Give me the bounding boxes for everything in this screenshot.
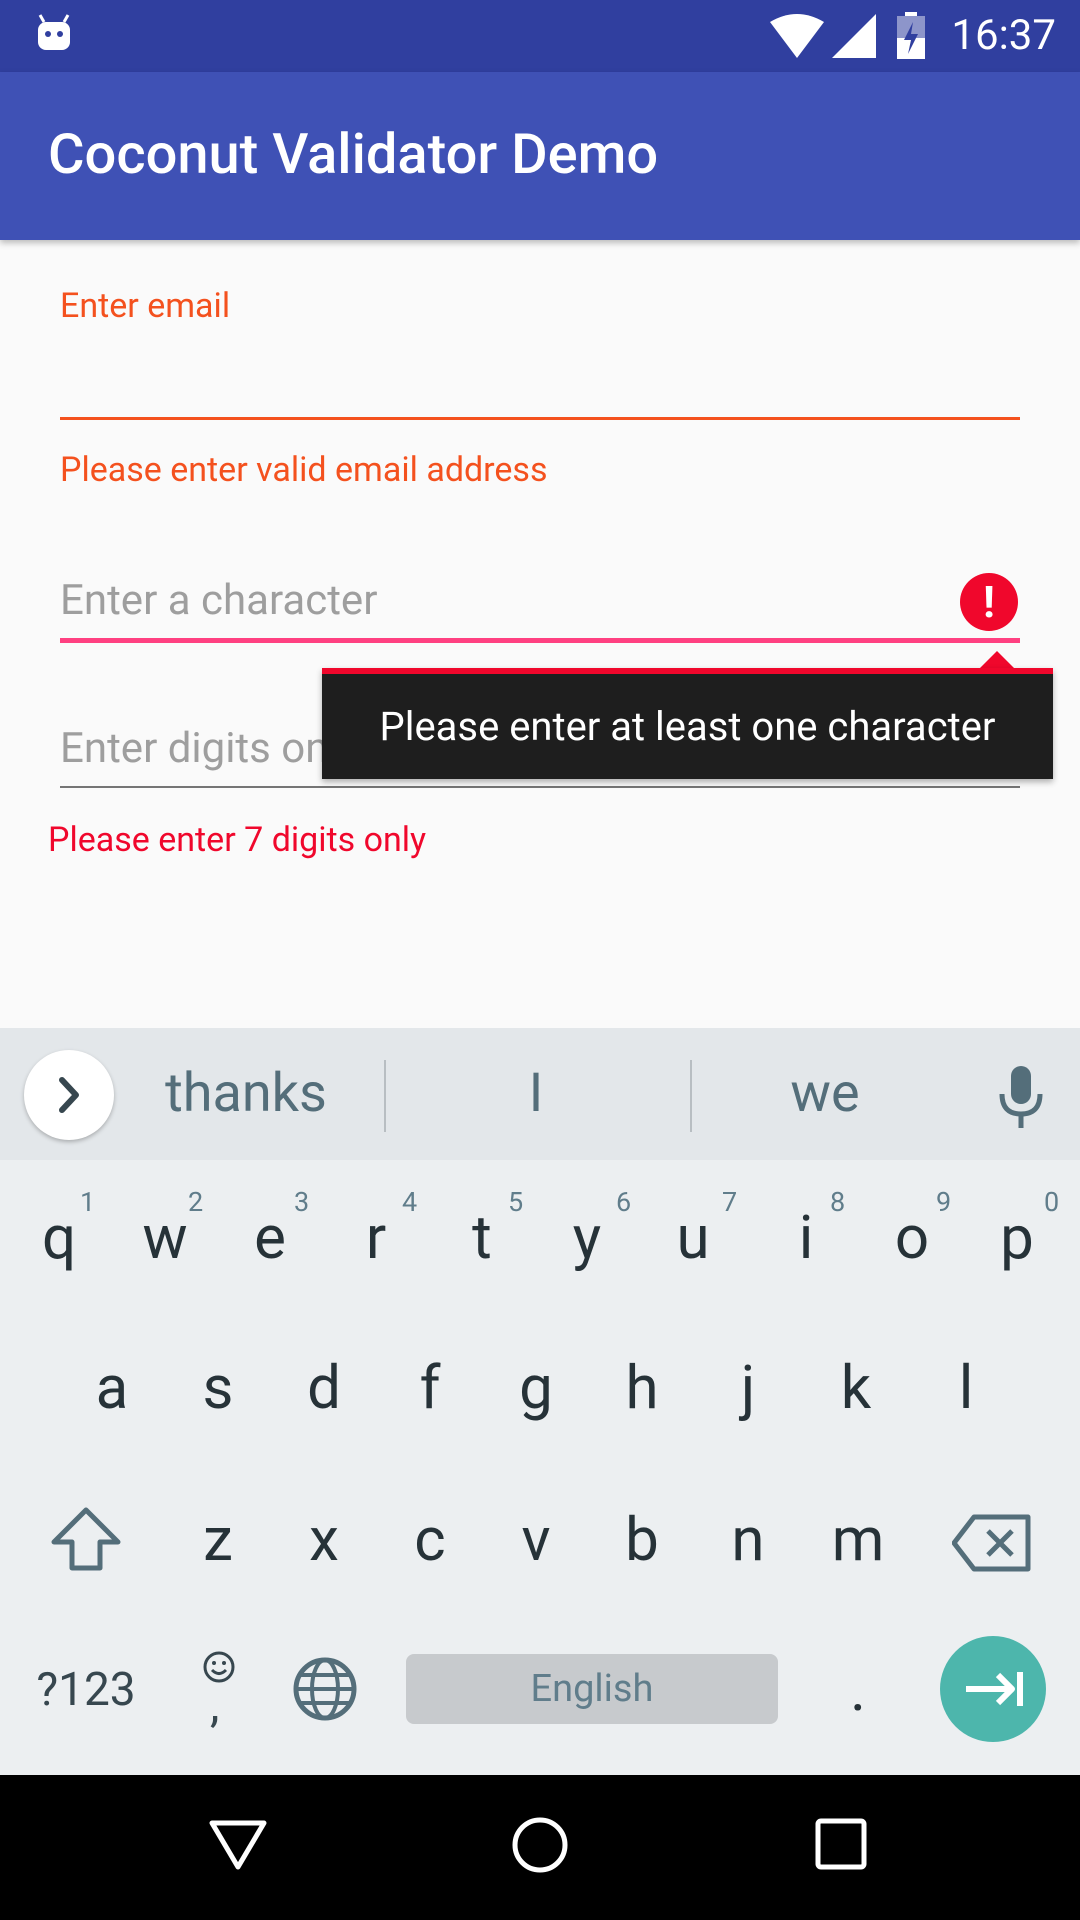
key-y-hint: 6 — [616, 1186, 632, 1218]
next-field-icon — [966, 1672, 1023, 1706]
key-o-hint: 9 — [936, 1186, 952, 1218]
key-b[interactable]: b — [594, 1500, 690, 1580]
back-icon[interactable] — [208, 1817, 268, 1873]
key-l[interactable]: l — [918, 1348, 1014, 1428]
period-key[interactable]: . — [810, 1650, 906, 1730]
key-u-hint: 7 — [722, 1186, 738, 1218]
globe-icon[interactable] — [292, 1656, 358, 1722]
key-x[interactable]: x — [276, 1500, 372, 1580]
key-p-hint: 0 — [1044, 1186, 1060, 1218]
key-i-hint: 8 — [830, 1186, 846, 1218]
email-error-text: Please enter valid email address — [60, 450, 548, 490]
suggestion-1[interactable]: thanks — [160, 1058, 332, 1130]
email-field-underline — [60, 417, 1020, 420]
next-button[interactable] — [940, 1636, 1046, 1742]
clock: 16:37 — [951, 11, 1056, 60]
error-tooltip: Please enter at least one character — [322, 668, 1053, 779]
character-field[interactable]: Enter a character — [60, 576, 377, 625]
key-n[interactable]: n — [700, 1500, 796, 1580]
suggestion-strip: thanks I we — [0, 1028, 1080, 1160]
key-q-hint: 1 — [80, 1186, 96, 1218]
key-s[interactable]: s — [170, 1348, 266, 1428]
backspace-key-icon[interactable] — [952, 1513, 1032, 1573]
key-t-hint: 5 — [508, 1186, 524, 1218]
suggestion-2[interactable]: I — [500, 1058, 572, 1130]
digits-field-underline — [60, 786, 1020, 788]
key-a[interactable]: a — [64, 1348, 160, 1428]
email-field[interactable] — [60, 330, 1020, 422]
microphone-icon[interactable] — [996, 1066, 1046, 1130]
navigation-bar — [0, 1775, 1080, 1920]
comma-label: , — [210, 1676, 220, 1733]
key-h[interactable]: h — [594, 1348, 690, 1428]
error-alert-icon[interactable]: ! — [960, 573, 1018, 631]
key-r-hint: 4 — [402, 1186, 418, 1218]
recents-icon[interactable] — [814, 1817, 868, 1871]
expand-suggestions-button[interactable] — [24, 1050, 114, 1140]
key-c[interactable]: c — [382, 1500, 478, 1580]
key-j[interactable]: j — [700, 1348, 796, 1428]
suggestion-divider — [690, 1060, 692, 1132]
tooltip-arrow — [980, 651, 1014, 668]
chevron-right-icon — [59, 1077, 79, 1113]
battery-icon — [897, 12, 925, 59]
emoji-comma-key[interactable]: , — [186, 1640, 250, 1740]
shift-key-icon[interactable] — [50, 1506, 122, 1572]
digits-field[interactable]: Enter digits only — [60, 724, 359, 773]
android-debug-icon — [38, 14, 70, 50]
key-g[interactable]: g — [488, 1348, 584, 1428]
wifi-icon — [770, 14, 824, 58]
digits-error-text: Please enter 7 digits only — [48, 820, 427, 860]
key-e-hint: 3 — [294, 1186, 310, 1218]
suggestion-divider — [384, 1060, 386, 1132]
symbols-key[interactable]: ?123 — [26, 1650, 146, 1730]
app-title: Coconut Validator Demo — [48, 121, 659, 187]
character-field-underline — [60, 638, 1020, 643]
key-k[interactable]: k — [808, 1348, 904, 1428]
spacebar[interactable]: English — [406, 1654, 778, 1724]
email-field-label: Enter email — [60, 286, 231, 326]
key-z[interactable]: z — [170, 1500, 266, 1580]
key-d[interactable]: d — [276, 1348, 372, 1428]
key-f[interactable]: f — [382, 1348, 478, 1428]
key-w-hint: 2 — [188, 1186, 204, 1218]
key-v[interactable]: v — [488, 1500, 584, 1580]
status-bar: 16:37 — [0, 0, 1080, 72]
signal-icon — [832, 14, 876, 58]
key-m[interactable]: m — [810, 1500, 906, 1580]
home-icon[interactable] — [510, 1815, 570, 1875]
app-bar: Coconut Validator Demo — [0, 72, 1080, 240]
suggestion-3[interactable]: we — [770, 1058, 880, 1130]
